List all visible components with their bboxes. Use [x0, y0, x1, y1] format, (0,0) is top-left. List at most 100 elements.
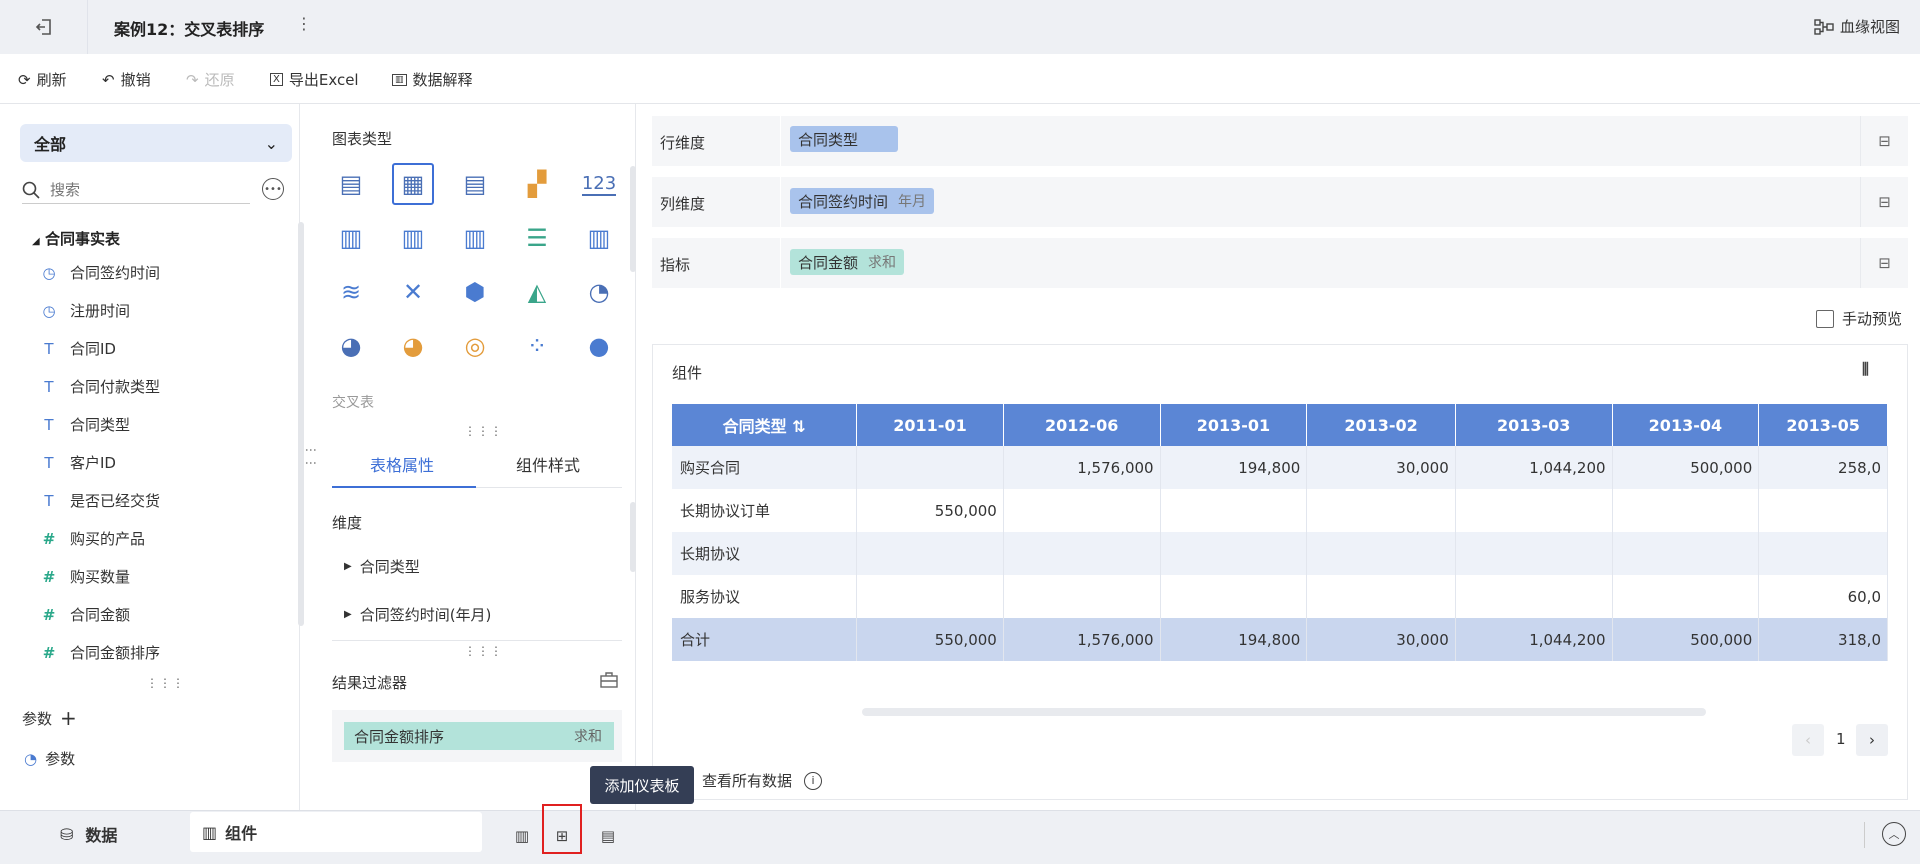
chart-type-option[interactable]: ▥: [392, 217, 434, 259]
manual-preview-checkbox[interactable]: [1816, 309, 1834, 328]
chart-type-option[interactable]: ▥: [578, 217, 620, 259]
sort-icon[interactable]: ⇅: [787, 417, 805, 436]
add-story-button[interactable]: ▤: [592, 820, 624, 852]
chart-type-option[interactable]: ◕: [330, 325, 372, 367]
chart-type-option[interactable]: ▤: [330, 163, 372, 205]
drag-handle-icon[interactable]: ⋮⋮⋮: [464, 424, 503, 438]
chevron-left-icon: ‹: [1805, 731, 1811, 749]
column-header[interactable]: 2013-01: [1160, 404, 1308, 446]
chart-type-option[interactable]: ◔: [578, 271, 620, 313]
table-scope-select[interactable]: 全部 ⌄: [20, 124, 292, 162]
tab-component-style[interactable]: 组件样式: [516, 452, 580, 476]
chart-settings-button[interactable]: ⫼: [1862, 360, 1869, 378]
value-cell: 30,000: [1306, 618, 1456, 661]
data-explain-button[interactable]: ▥ 数据解释: [392, 69, 473, 90]
field-more-button[interactable]: •••: [262, 178, 284, 200]
view-all-data-link[interactable]: 查看所有数据 i: [702, 770, 823, 791]
field-item[interactable]: T 合同付款类型: [40, 376, 160, 397]
search-input[interactable]: [50, 180, 230, 199]
field-list-scrollbar[interactable]: [298, 222, 304, 626]
field-item[interactable]: # 购买的产品: [40, 528, 145, 549]
drag-handle-icon[interactable]: ⋮⋮⋮: [146, 676, 185, 690]
data-tab[interactable]: ⛁ 数据: [60, 822, 117, 846]
ellipsis-icon: •••: [264, 183, 282, 195]
column-shelf-tool-button[interactable]: ⊟: [1860, 177, 1908, 227]
chart-type-option[interactable]: ▦: [392, 163, 434, 205]
dimension-item[interactable]: ▶ 合同签约时间(年月): [344, 604, 491, 625]
field-item[interactable]: ◷ 合同签约时间: [40, 262, 160, 283]
more-options-button[interactable]: ⋮: [296, 14, 312, 33]
chart-type-option[interactable]: ▞: [516, 163, 558, 205]
collapse-button[interactable]: ︿: [1882, 822, 1906, 846]
drag-handle-icon[interactable]: ⋮⋮⋮: [464, 644, 503, 658]
divider: [332, 640, 622, 641]
column-field-chip[interactable]: 合同签约时间 年月: [790, 188, 935, 214]
field-item[interactable]: # 合同金额排序: [40, 642, 160, 663]
dimension-item[interactable]: ▶ 合同类型: [344, 556, 420, 577]
chart-type-option[interactable]: ◭: [516, 271, 558, 313]
properties-scrollbar[interactable]: [630, 502, 636, 572]
chart-type-option[interactable]: ◎: [454, 325, 496, 367]
row-shelf-tool-button[interactable]: ⊟: [1860, 116, 1908, 166]
treemap-icon: ▞: [527, 170, 547, 198]
chart-type-option[interactable]: ▥: [330, 217, 372, 259]
add-parameter-icon[interactable]: +: [60, 706, 77, 730]
lineage-view-button[interactable]: 血缘视图: [1814, 16, 1900, 37]
exit-button[interactable]: [0, 0, 88, 54]
field-label: 购买的产品: [70, 530, 146, 548]
prev-page-button[interactable]: ‹: [1792, 724, 1824, 756]
table-horizontal-scrollbar[interactable]: [862, 708, 1706, 716]
component-tab[interactable]: ▥ 组件: [190, 812, 482, 852]
toolbar: ⟳ 刷新 ↶ 撤销 ↷ 还原 X 导出Excel ▥ 数据解释: [0, 54, 1920, 104]
chart-type-option[interactable]: ⬢: [454, 271, 496, 313]
chart-type-option[interactable]: ✕: [392, 271, 434, 313]
field-item[interactable]: T 客户ID: [40, 452, 116, 473]
chart-type-option[interactable]: 123: [578, 163, 620, 205]
export-excel-button[interactable]: X 导出Excel: [270, 69, 359, 90]
filter-config-button[interactable]: [600, 672, 618, 692]
field-item[interactable]: # 合同金额: [40, 604, 130, 625]
chart-type-option[interactable]: ▥: [454, 217, 496, 259]
column-header[interactable]: 2013-02: [1306, 404, 1456, 446]
chart-type-option[interactable]: ≋: [330, 271, 372, 313]
divider: [780, 177, 781, 227]
redo-button[interactable]: ↷ 还原: [186, 69, 235, 90]
filter-field-chip[interactable]: 合同金额排序 求和: [344, 722, 614, 750]
metric-shelf-tool-button[interactable]: ⊟: [1860, 238, 1908, 288]
metric-field-chip[interactable]: 合同金额 求和: [790, 249, 905, 275]
parameter-item-label: 参数: [45, 750, 76, 768]
tab-table-properties[interactable]: 表格属性: [370, 452, 434, 476]
chart-type-option[interactable]: ☰: [516, 217, 558, 259]
value-cell: [1306, 532, 1456, 575]
column-header[interactable]: 2013-04: [1612, 404, 1760, 446]
undo-button[interactable]: ↶ 撤销: [102, 69, 151, 90]
tree-node-contract-fact-table[interactable]: ◢ 合同事实表: [32, 228, 120, 249]
chart-type-option[interactable]: ▤: [454, 163, 496, 205]
scope-value: 全部: [34, 135, 67, 154]
column-header[interactable]: 2011-01: [856, 404, 1004, 446]
field-label: 合同签约时间: [70, 264, 161, 282]
chart-type-scrollbar[interactable]: [630, 166, 636, 272]
page-title: 案例12：交叉表排序: [114, 20, 265, 39]
next-page-button[interactable]: ›: [1856, 724, 1888, 756]
row-field-chip[interactable]: 合同类型: [790, 126, 898, 152]
value-cell: 500,000: [1612, 618, 1760, 661]
chart-type-option[interactable]: ⁘: [516, 325, 558, 367]
parameter-item[interactable]: ◔ 参数: [24, 748, 75, 769]
corner-header[interactable]: 合同类型 ⇅: [672, 404, 858, 446]
column-header[interactable]: 2013-05: [1758, 404, 1888, 446]
chart-type-option[interactable]: ●: [578, 325, 620, 367]
manual-preview-toggle[interactable]: 手动预览: [1816, 308, 1902, 329]
field-item[interactable]: # 购买数量: [40, 566, 130, 587]
field-item[interactable]: T 合同类型: [40, 414, 130, 435]
value-cell: [1003, 532, 1161, 575]
field-item[interactable]: T 合同ID: [40, 338, 116, 359]
field-item[interactable]: T 是否已经交货: [40, 490, 160, 511]
chart-type-option[interactable]: ◕: [392, 325, 434, 367]
refresh-button[interactable]: ⟳ 刷新: [18, 69, 67, 90]
column-header[interactable]: 2013-03: [1455, 404, 1613, 446]
add-component-button[interactable]: ▥: [506, 820, 538, 852]
total-row: 合计 550,000 1,576,000 194,800 30,000 1,044,200…: [672, 618, 1888, 661]
column-header[interactable]: 2012-06: [1003, 404, 1161, 446]
field-item[interactable]: ◷ 注册时间: [40, 300, 130, 321]
